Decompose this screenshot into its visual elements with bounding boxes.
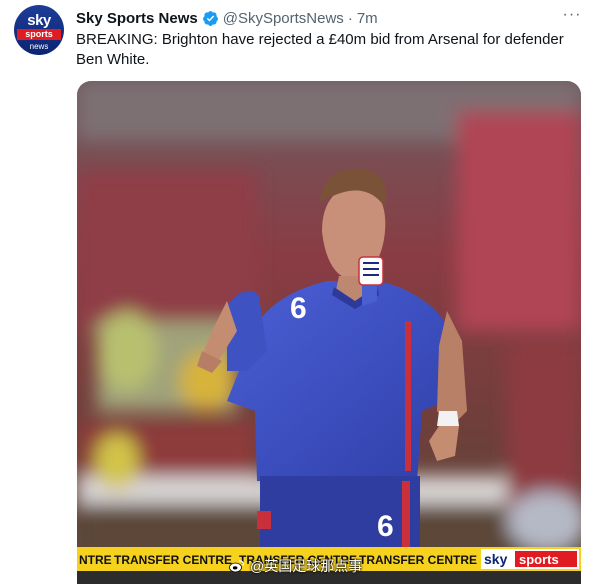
author-handle[interactable]: @SkySportsNews bbox=[223, 10, 344, 27]
avatar-news-text: news bbox=[29, 42, 49, 51]
watermark: @英国足球那点事 bbox=[228, 556, 362, 576]
shorts-number: 6 bbox=[377, 510, 394, 543]
ticker-logo-sky: sky bbox=[484, 551, 508, 567]
author-name[interactable]: Sky Sports News bbox=[76, 10, 198, 27]
tweet-card[interactable]: sky sports news Sky Sports News @SkySpor… bbox=[0, 0, 591, 584]
ticker-logo-sports: sports bbox=[519, 552, 559, 567]
separator-dot: · bbox=[347, 9, 353, 27]
tweet-header: Sky Sports News @SkySportsNews · 7m bbox=[76, 8, 378, 28]
player-photo: 6 6 NTRE TRANSFER CENTRE TRANSFER CENTRE… bbox=[77, 81, 581, 584]
tweet-timestamp[interactable]: 7m bbox=[357, 10, 378, 27]
tweet-media-photo[interactable]: 6 6 NTRE TRANSFER CENTRE TRANSFER CENTRE… bbox=[77, 81, 581, 584]
ticker-item-2: TRANSFER CENTRE bbox=[114, 553, 232, 567]
verified-badge-icon bbox=[202, 10, 218, 26]
shirt-number-front: 6 bbox=[290, 292, 307, 325]
ticker-item-1: NTRE bbox=[79, 553, 112, 567]
avatar[interactable]: sky sports news bbox=[14, 5, 64, 55]
more-options-icon[interactable]: ··· bbox=[562, 7, 582, 24]
watermark-text: @英国足球那点事 bbox=[250, 558, 363, 574]
weibo-icon bbox=[229, 560, 244, 573]
ticker-item-4: TRANSFER CENTRE bbox=[359, 553, 477, 567]
avatar-sports-text: sports bbox=[17, 29, 61, 40]
tweet-text: BREAKING: Brighton have rejected a £40m … bbox=[76, 31, 564, 68]
avatar-sky-text: sky bbox=[27, 12, 51, 29]
